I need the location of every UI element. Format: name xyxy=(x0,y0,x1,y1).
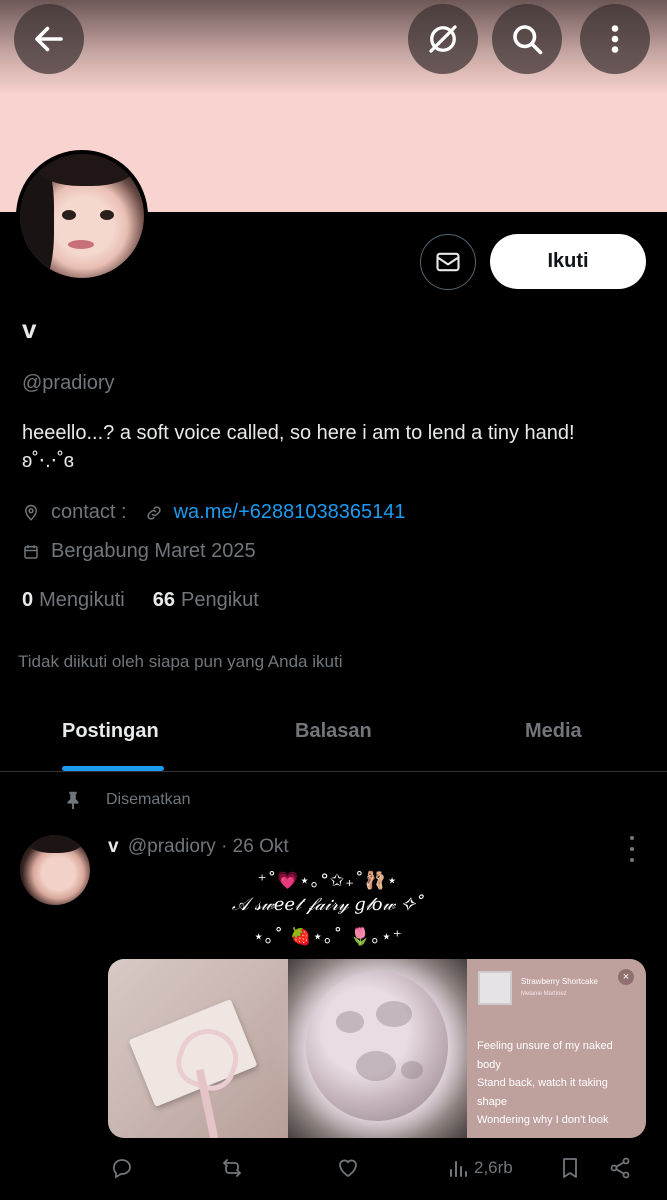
heart-icon xyxy=(339,1159,357,1178)
message-button[interactable] xyxy=(420,234,476,290)
grok-icon xyxy=(429,25,457,53)
lyrics-line: Wondering why I don't look xyxy=(477,1114,609,1126)
calendar-icon xyxy=(24,544,38,559)
song-title: Strawberry Shortcake xyxy=(521,977,598,986)
share-icon xyxy=(610,1157,630,1179)
media-lyrics-image[interactable]: Strawberry Shortcake Melanie Martinez × … xyxy=(467,959,646,1138)
link-icon xyxy=(146,505,161,520)
profile-bio: heeello...? a soft voice called, so here… xyxy=(22,419,642,475)
share-button[interactable] xyxy=(608,1156,632,1180)
arrow-left-icon xyxy=(35,26,63,52)
following-count: 0 xyxy=(22,589,34,611)
followers-count: 66 xyxy=(152,589,175,611)
post-text-line: ⁺˚💗⋆｡°✩₊˚🩰⋆ xyxy=(257,871,399,891)
pinned-label: Disematkan xyxy=(106,791,191,808)
location-text: contact : xyxy=(51,501,127,523)
tab-replies[interactable]: Balasan xyxy=(295,720,372,743)
post-author-name[interactable]: v xyxy=(108,836,119,857)
post-text-line: ⋆｡˚ 🍓⋆｡˚ 🌷｡⋆⁺ xyxy=(253,927,403,947)
post-header: v @pradiory · 26 Okt xyxy=(108,836,289,858)
post-author-handle[interactable]: @pradiory xyxy=(128,836,216,857)
followers-label: Pengikut xyxy=(180,589,259,611)
post-actions: 2,6rb xyxy=(108,1154,636,1184)
more-options-button[interactable] xyxy=(580,4,650,74)
grok-button[interactable] xyxy=(408,4,478,74)
bar-chart-icon xyxy=(450,1161,467,1177)
repost-icon xyxy=(223,1159,241,1177)
follow-button[interactable]: Ikuti xyxy=(490,234,646,289)
location-pin-icon xyxy=(24,504,38,521)
profile-link[interactable]: wa.me/+62881038365141 xyxy=(174,501,406,524)
active-tab-indicator xyxy=(62,766,164,771)
bio-kaomoji: ʚ˚⋅.⋅˚ɞ xyxy=(22,450,74,472)
search-icon xyxy=(513,25,543,55)
album-art xyxy=(478,971,512,1005)
reply-button[interactable] xyxy=(110,1156,134,1180)
views-count: 2,6rb xyxy=(474,1158,513,1177)
back-button[interactable] xyxy=(14,4,84,74)
display-name: v xyxy=(22,314,37,344)
lyrics-line: Stand back, watch it taking shape xyxy=(477,1077,608,1108)
profile-tabs: Postingan Balasan Media xyxy=(0,700,667,772)
reply-icon xyxy=(113,1159,131,1179)
song-artist: Melanie Martinez xyxy=(521,991,567,997)
pin-icon xyxy=(67,791,79,810)
media-moon-image[interactable] xyxy=(288,959,467,1138)
post-author-avatar[interactable] xyxy=(20,835,90,905)
following-label: Mengikuti xyxy=(39,589,125,611)
bookmark-icon xyxy=(563,1158,577,1178)
profile-location-row: contact : wa.me/+62881038365141 xyxy=(22,501,405,524)
mail-icon xyxy=(436,252,460,272)
post-text-line: 𝒜 𝓈𝓌𝑒𝑒𝓉 𝒻𝒶𝒾𝓇𝓎 𝑔𝓁𝑜𝓌 ✧˚ xyxy=(231,894,425,915)
lyrics-line: Feeling unsure of my naked body xyxy=(477,1040,613,1071)
profile-joined-row: Bergabung Maret 2025 xyxy=(22,540,256,563)
profile-avatar[interactable] xyxy=(16,150,148,282)
user-handle: @pradiory xyxy=(22,372,115,394)
views-button[interactable]: 2,6rb xyxy=(446,1156,513,1180)
tab-media[interactable]: Media xyxy=(525,720,582,743)
followers-link[interactable]: 66 Pengikut xyxy=(153,589,259,612)
bio-line: heeello...? a soft voice called, so here… xyxy=(22,422,575,444)
followed-by-note: Tidak diikuti oleh siapa pun yang Anda i… xyxy=(18,652,343,671)
follow-stats: 0 Mengikuti 66 Pengikut xyxy=(22,589,259,612)
more-vertical-icon xyxy=(611,25,619,53)
following-link[interactable]: 0 Mengikuti xyxy=(22,589,125,612)
pinned-indicator: Disematkan xyxy=(62,789,190,811)
close-icon: × xyxy=(618,969,634,985)
joined-date: Bergabung Maret 2025 xyxy=(51,540,256,562)
tab-posts[interactable]: Postingan xyxy=(62,720,159,743)
search-button[interactable] xyxy=(492,4,562,74)
song-lyrics: Feeling unsure of my naked body Stand ba… xyxy=(477,1037,637,1130)
media-envelope-image[interactable] xyxy=(108,959,288,1138)
bookmark-button[interactable] xyxy=(558,1156,582,1180)
repost-button[interactable] xyxy=(220,1156,244,1180)
post-date[interactable]: · 26 Okt xyxy=(221,836,289,857)
post-more-icon[interactable] xyxy=(622,836,642,862)
like-button[interactable] xyxy=(336,1156,360,1180)
post-media-gallery[interactable]: Strawberry Shortcake Melanie Martinez × … xyxy=(108,959,646,1138)
